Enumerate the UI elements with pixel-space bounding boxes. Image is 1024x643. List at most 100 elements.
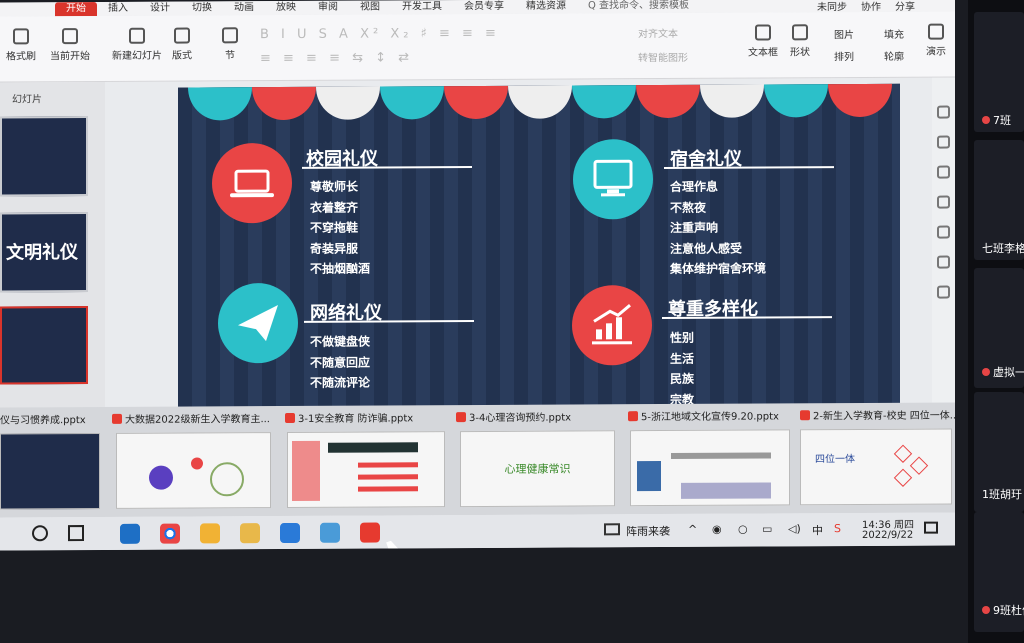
tab-home[interactable]: 开始 (55, 1, 97, 17)
record-icon[interactable]: ○ (738, 523, 748, 536)
textbox-icon (755, 24, 771, 41)
new-slide-button[interactable]: 新建幻灯片 (112, 27, 162, 62)
window-preview[interactable]: 5-浙江地域文化宣传9.20.pptx (628, 403, 793, 512)
slide-thumbnail[interactable]: 文明礼仪 (0, 212, 88, 293)
chevron-up-icon[interactable]: ^ (688, 523, 697, 536)
list-item: 不随意回应 (310, 355, 371, 370)
section-divider (664, 166, 834, 170)
section-button[interactable]: 节 (222, 27, 238, 61)
fill-label: 填充 (884, 29, 904, 41)
right-task-pane-strip (932, 77, 955, 403)
smart-art-button[interactable]: 转智能图形 (638, 49, 688, 64)
preview-title: 5-浙江地域文化宣传9.20.pptx (628, 407, 779, 423)
task-view-icon[interactable] (68, 525, 84, 542)
outline-button[interactable]: 轮廓 (884, 48, 904, 63)
edge-icon[interactable] (120, 523, 140, 544)
list-item: 衣着整齐 (310, 200, 359, 215)
preview-title: 大数据2022级新生入学教育主... (112, 410, 270, 426)
cortana-icon[interactable] (32, 525, 48, 542)
section-list: 合理作息 不熬夜 注重声响 注意他人感受 集体维护宿舍环境 (670, 176, 766, 279)
help-icon[interactable] (937, 225, 950, 239)
tab-animation[interactable]: 动画 (223, 1, 265, 15)
tab-resources[interactable]: 精选资源 (515, 0, 577, 14)
star-icon[interactable] (937, 165, 950, 179)
font-format-tools[interactable]: B I U S A X² X₂ ♯ ≡ ≡ ≡ (260, 26, 500, 42)
picture-button[interactable]: 图片 (834, 26, 854, 41)
slide-thumbnail[interactable] (0, 116, 88, 197)
image-icon[interactable] (937, 255, 950, 269)
muted-mic-icon (982, 116, 990, 124)
store-icon[interactable] (320, 522, 340, 543)
slide-canvas[interactable]: 校园礼仪 尊敬师长 衣着整齐 不穿拖鞋 奇装异服 不抽烟酗酒 宿舍礼仪 合理作息… (178, 83, 900, 408)
presentation-icon (928, 23, 944, 40)
meeting-app-icon[interactable] (280, 522, 300, 544)
sogou-icon[interactable]: S (834, 522, 841, 535)
growth-chart-icon (572, 285, 652, 366)
clock-date[interactable]: 2022/9/22 (862, 530, 913, 541)
wps-icon[interactable] (360, 522, 380, 543)
notification-icon[interactable] (924, 521, 938, 534)
input-method-icon[interactable]: 中 (812, 522, 823, 538)
arrange-button[interactable]: 排列 (834, 48, 854, 63)
shape-button[interactable]: 形状 (790, 24, 810, 58)
preview-image (0, 432, 100, 510)
tab-slideshow[interactable]: 放映 (265, 1, 307, 15)
tab-insert[interactable]: 插入 (97, 2, 139, 16)
format-painter-button[interactable]: 格式刷 (6, 28, 36, 62)
tab-transition[interactable]: 切换 (181, 1, 223, 15)
participant-name-text: 9班杜佳琳 (993, 604, 1024, 617)
preview-image: 四位一体 (800, 428, 952, 506)
paragraph-tools[interactable]: ≡ ≡ ≡ ≡ ⇆ ↕ ⇄ (260, 50, 413, 66)
app-grid-icon[interactable] (200, 523, 220, 544)
textbox-button[interactable]: 文本框 (748, 24, 778, 59)
file-explorer-icon[interactable] (240, 523, 260, 544)
window-preview[interactable]: 3-4心理咨询预约.pptx 心理健康常识 (456, 404, 621, 513)
share-button[interactable]: 分享 (895, 0, 915, 12)
shape-icon (792, 24, 808, 41)
window-preview[interactable]: 3-1安全教育 防诈骗.pptx (285, 405, 450, 514)
layout-label: 版式 (172, 50, 192, 62)
window-preview[interactable]: 仪与习惯养成.pptx (0, 407, 105, 516)
fill-button[interactable]: 填充 (884, 26, 904, 41)
copy-icon[interactable] (937, 195, 950, 209)
sync-status[interactable]: 未同步 (817, 0, 847, 13)
ribbon-toolbar: 格式刷 当前开始 新建幻灯片 版式 节 B I U S A X² X₂ ♯ ≡ … (0, 11, 955, 83)
tab-view[interactable]: 视图 (349, 0, 391, 14)
participant-name: 1班胡玗 (982, 488, 1022, 501)
adjust-icon[interactable] (937, 135, 950, 149)
new-slide-icon (129, 27, 145, 44)
command-search[interactable]: Q 查找命令、搜索模板 (577, 0, 700, 13)
section-icon (222, 27, 238, 44)
weather-text[interactable]: 阵雨来袭 (626, 523, 670, 539)
volume-icon[interactable]: ◁) (788, 522, 801, 535)
presentation-button[interactable]: 演示 (926, 23, 946, 58)
compass-icon[interactable] (937, 285, 950, 299)
participant-name-text: 7班 (993, 114, 1011, 127)
participant-name: 七班李格 (982, 242, 1024, 255)
align-text-button[interactable]: 对齐文本 (638, 25, 678, 40)
wps-icon (628, 411, 638, 422)
tab-developer[interactable]: 开发工具 (391, 0, 453, 14)
layout-button[interactable]: 版式 (172, 27, 192, 62)
list-item: 民族 (670, 371, 695, 386)
preview-image (287, 431, 445, 508)
wifi-icon[interactable]: ▭ (762, 522, 772, 535)
network-icon[interactable]: ◉ (712, 523, 722, 536)
wps-icon (285, 412, 295, 424)
preview-image (116, 432, 271, 509)
start-from-current-button[interactable]: 当前开始 (50, 28, 90, 62)
window-preview[interactable]: 大数据2022级新生入学教育主... (112, 406, 277, 515)
window-preview[interactable]: 2-新生入学教育-校史 四位一体... 四位一体 (800, 402, 955, 511)
tab-member[interactable]: 会员专享 (453, 0, 515, 14)
new-slide-label: 新建幻灯片 (112, 50, 162, 62)
slide-thumbnail-selected[interactable] (0, 306, 88, 385)
tab-review[interactable]: 审阅 (307, 1, 349, 15)
rocket-icon[interactable] (937, 105, 950, 119)
start-from-current-label: 当前开始 (50, 51, 90, 63)
collaborate-button[interactable]: 协作 (861, 0, 881, 12)
chrome-icon[interactable] (160, 523, 180, 544)
clock-time[interactable]: 14:36 周四 (862, 516, 914, 531)
preview-title-text: 2-新生入学教育-校史 四位一体... (813, 410, 955, 423)
list-item: 尊敬师长 (310, 179, 359, 194)
tab-design[interactable]: 设计 (139, 2, 181, 16)
